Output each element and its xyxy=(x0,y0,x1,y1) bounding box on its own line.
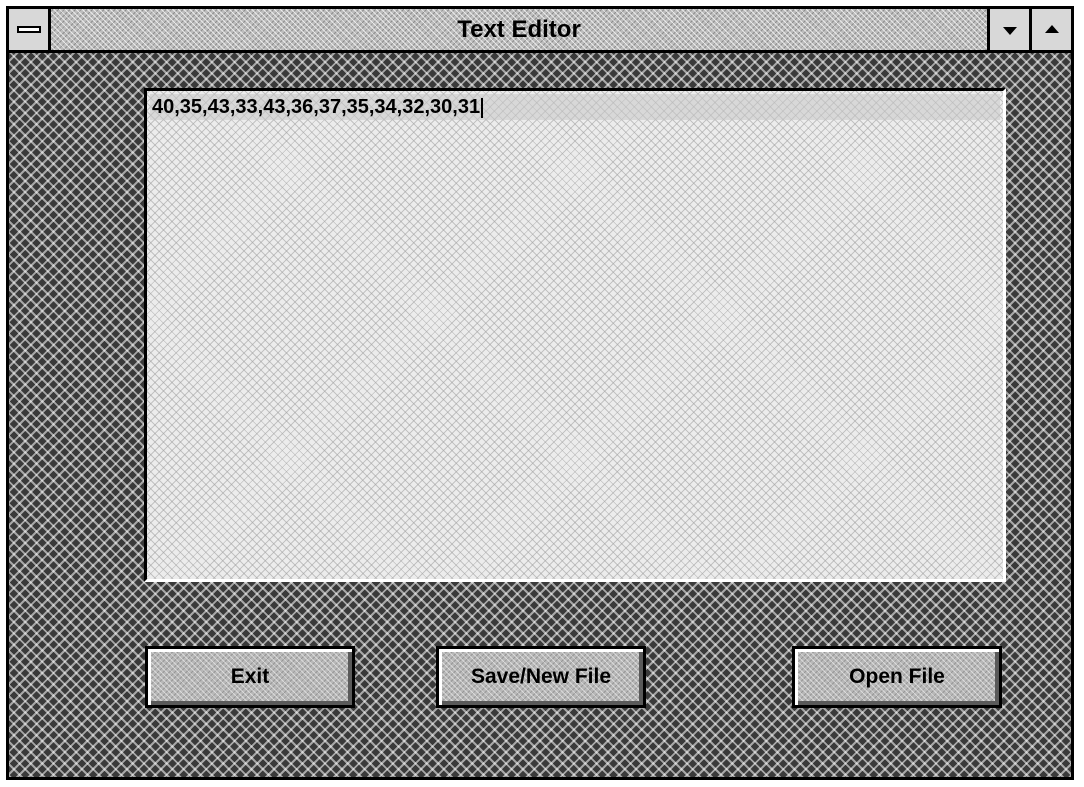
maximize-arrow-icon xyxy=(1044,24,1059,33)
open-file-button[interactable]: Open File xyxy=(792,646,1002,708)
text-content: 40,35,43,33,43,36,37,35,34,32,30,31 xyxy=(152,96,481,118)
system-menu-icon xyxy=(17,26,41,33)
system-menu-button[interactable] xyxy=(9,9,51,50)
minimize-arrow-icon xyxy=(1002,26,1017,35)
text-caret xyxy=(481,97,484,118)
minimize-button[interactable] xyxy=(987,9,1029,50)
text-line[interactable]: 40,35,43,33,43,36,37,35,34,32,30,31 xyxy=(150,94,1000,120)
save-new-file-button[interactable]: Save/New File xyxy=(436,646,646,708)
maximize-button[interactable] xyxy=(1029,9,1071,50)
text-editor-window: Text Editor 40,35,43,33,43,36,37,35,34,3… xyxy=(6,6,1074,780)
window-title: Text Editor xyxy=(457,16,581,43)
text-area[interactable]: 40,35,43,33,43,36,37,35,34,32,30,31 xyxy=(144,88,1006,582)
title-bar[interactable]: Text Editor xyxy=(9,9,1071,53)
exit-button[interactable]: Exit xyxy=(145,646,355,708)
